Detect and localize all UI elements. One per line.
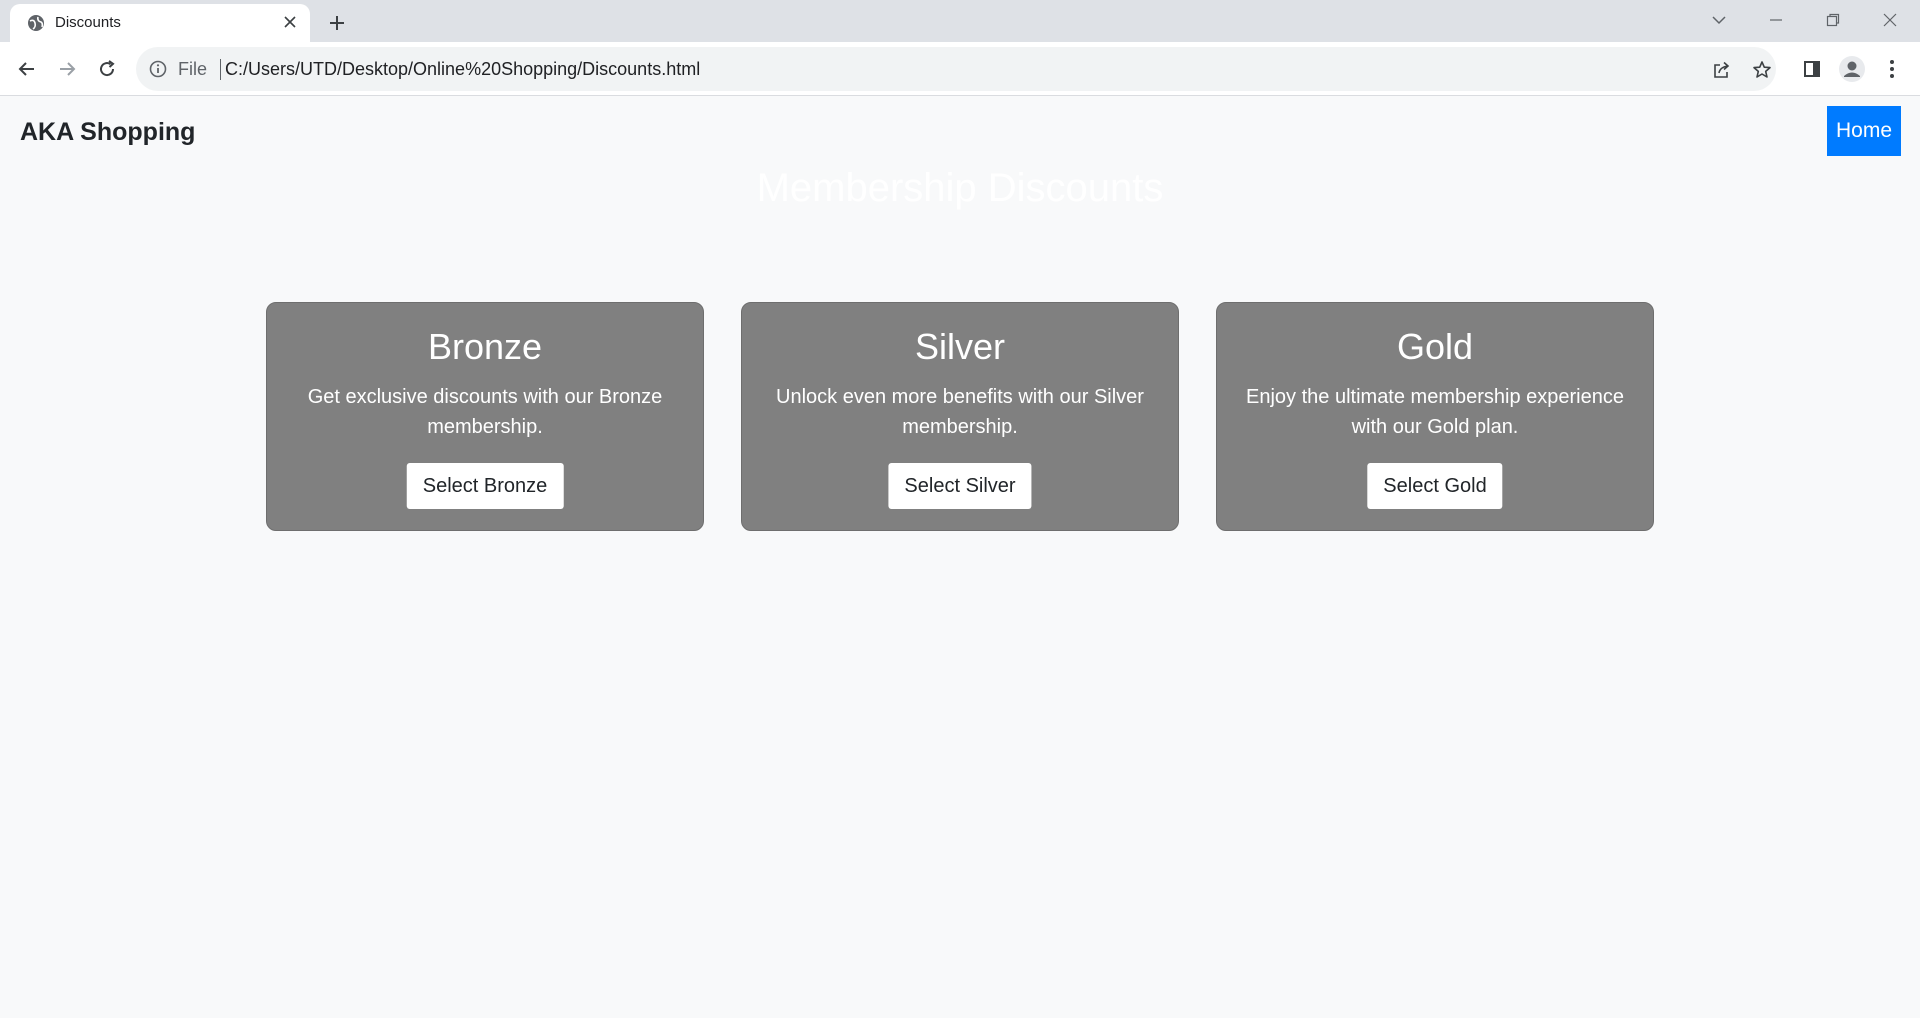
bronze-card: Bronze Get exclusive discounts with our … xyxy=(266,302,704,531)
tab-strip: Discounts xyxy=(0,0,1920,42)
restore-icon[interactable] xyxy=(1819,8,1847,32)
bookmark-star-icon[interactable] xyxy=(1749,57,1775,83)
share-icon[interactable] xyxy=(1709,57,1735,83)
card-description: Get exclusive discounts with our Bronze … xyxy=(307,386,663,438)
select-gold-button[interactable]: Select Gold xyxy=(1367,463,1503,509)
card-description: Unlock even more benefits with our Silve… xyxy=(776,386,1144,438)
back-icon[interactable] xyxy=(13,55,41,83)
page-content: AKA Shopping Home Membership Discounts B… xyxy=(0,97,1920,1018)
reload-icon[interactable] xyxy=(93,55,121,83)
gold-card: Gold Enjoy the ultimate membership exper… xyxy=(1216,302,1654,531)
brand-title[interactable]: AKA Shopping xyxy=(20,118,195,147)
browser-toolbar: File C:/Users/UTD/Desktop/Online%20Shopp… xyxy=(0,42,1920,96)
new-tab-icon[interactable] xyxy=(324,10,350,36)
globe-icon xyxy=(26,13,46,33)
tab-search-icon[interactable] xyxy=(1705,8,1733,32)
minimize-icon[interactable] xyxy=(1762,8,1790,32)
side-panel-icon[interactable] xyxy=(1798,55,1826,83)
card-title: Silver xyxy=(914,326,1006,367)
menu-kebab-icon[interactable] xyxy=(1878,55,1906,83)
select-bronze-button[interactable]: Select Bronze xyxy=(406,463,564,509)
separator xyxy=(220,59,221,80)
profile-avatar-icon[interactable] xyxy=(1838,55,1866,83)
tab-title: Discounts xyxy=(55,14,121,31)
page-title: Membership Discounts xyxy=(756,166,1164,210)
card-title: Bronze xyxy=(427,326,543,367)
close-window-icon[interactable] xyxy=(1876,8,1904,32)
info-icon[interactable] xyxy=(148,59,168,79)
forward-icon[interactable] xyxy=(53,55,81,83)
card-title: Gold xyxy=(1396,326,1474,367)
select-silver-button[interactable]: Select Silver xyxy=(888,463,1032,509)
home-button[interactable]: Home xyxy=(1827,106,1901,156)
browser-tab[interactable]: Discounts xyxy=(10,4,310,42)
card-description: Enjoy the ultimate membership experience… xyxy=(1246,386,1624,438)
close-tab-icon[interactable] xyxy=(279,11,301,33)
file-label: File xyxy=(178,59,208,79)
address-bar[interactable]: File C:/Users/UTD/Desktop/Online%20Shopp… xyxy=(136,47,1776,91)
url-text[interactable]: C:/Users/UTD/Desktop/Online%20Shopping/D… xyxy=(225,59,700,80)
silver-card: Silver Unlock even more benefits with ou… xyxy=(741,302,1179,531)
